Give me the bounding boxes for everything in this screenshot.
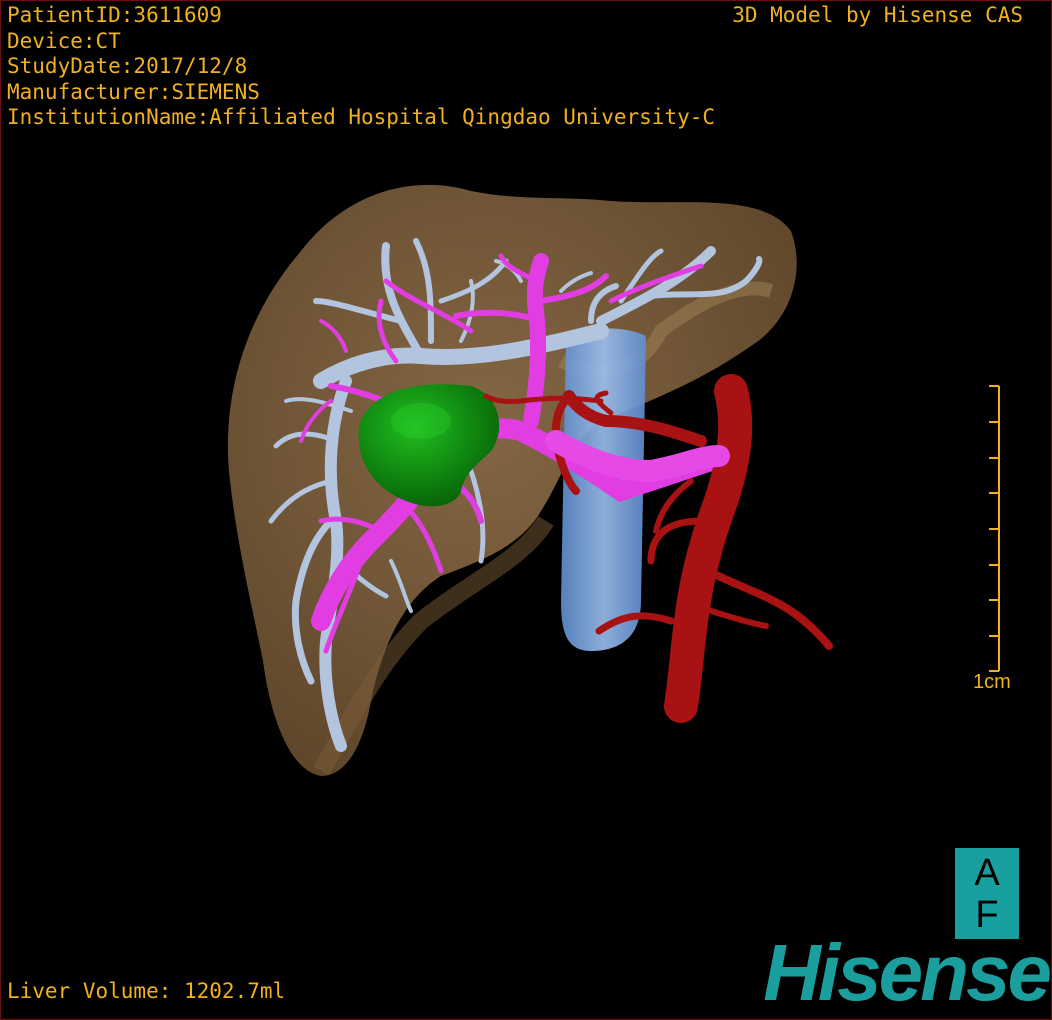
hisense-logo: Hisense	[763, 928, 1051, 1017]
scale-bar	[989, 385, 1000, 672]
liver-volume-label: Liver Volume: 1202.7ml	[7, 979, 286, 1003]
scale-bar-label: 1cm	[973, 671, 1011, 693]
orientation-anterior-label: A	[974, 852, 1000, 894]
liver-3d-model[interactable]	[1, 1, 1051, 1019]
3d-viewport[interactable]: PatientID:3611609 Device:CT StudyDate:20…	[0, 0, 1052, 1020]
tumor-highlight	[391, 403, 451, 439]
orientation-cube[interactable]: A F	[955, 848, 1019, 939]
